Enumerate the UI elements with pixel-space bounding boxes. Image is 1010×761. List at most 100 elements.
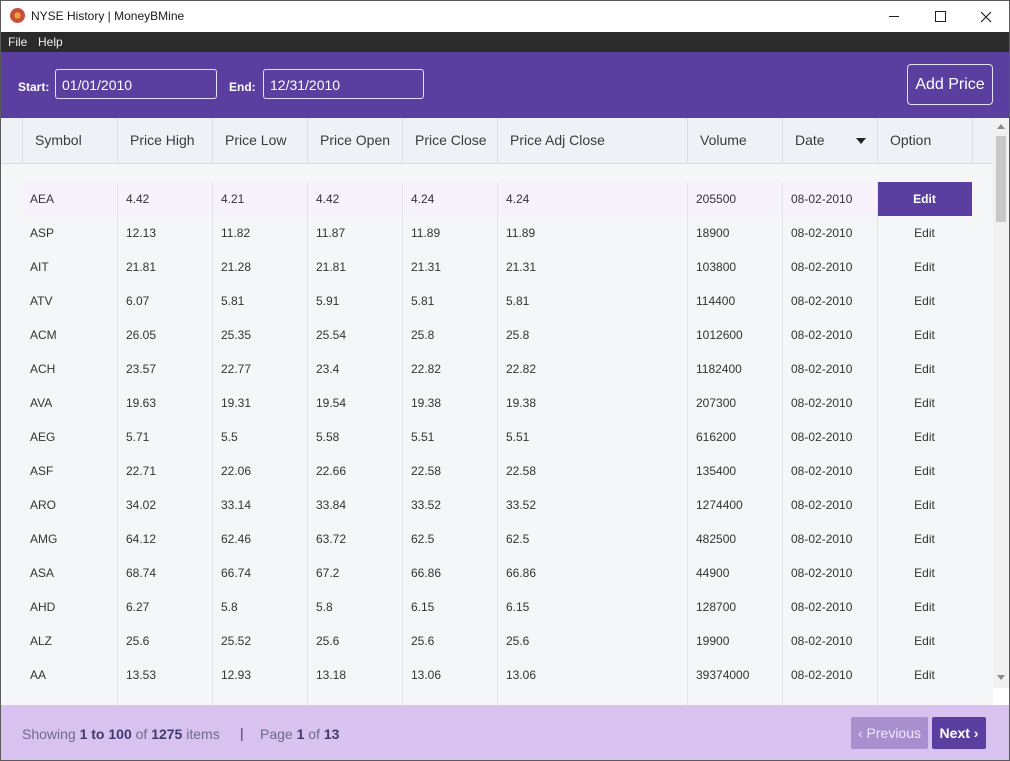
edit-button[interactable]: Edit (877, 318, 972, 352)
cell-symbol: ASA (30, 566, 55, 580)
column-header-date[interactable]: Date (782, 118, 878, 163)
previous-page-button[interactable]: ‹ Previous (851, 717, 928, 749)
cell-volume: 135400 (696, 464, 737, 478)
start-date-input[interactable]: 01/01/2010 (55, 69, 217, 99)
cell-price-low: 33.14 (221, 498, 252, 512)
minimize-button[interactable] (871, 1, 917, 32)
cell-price-high: 68.74 (126, 566, 157, 580)
cell-symbol: ARO (30, 498, 57, 512)
cell-price-high: 64.12 (126, 532, 157, 546)
cell-price-high: 6.07 (126, 294, 150, 308)
cell-volume: 616200 (696, 430, 737, 444)
cell-date: 08-02-2010 (791, 498, 853, 512)
sort-down-icon (856, 138, 866, 144)
edit-button[interactable]: Edit (877, 522, 972, 556)
column-divider (782, 182, 783, 705)
cell-price-close: 22.82 (411, 362, 442, 376)
cell-price-open: 33.84 (316, 498, 347, 512)
column-header-price-high[interactable]: Price High (117, 118, 213, 163)
edit-button[interactable]: Edit (877, 250, 972, 284)
menu-help[interactable]: Help (38, 35, 63, 49)
cell-price-high: 4.42 (126, 192, 150, 206)
close-button[interactable] (963, 1, 1009, 32)
edit-button[interactable]: Edit (877, 182, 972, 216)
maximize-button[interactable] (917, 1, 963, 32)
cell-price-open: 25.54 (316, 328, 347, 342)
showing-range: 1 to 100 (79, 726, 132, 742)
cell-symbol: ATV (30, 294, 53, 308)
cell-date: 08-02-2010 (791, 600, 853, 614)
cell-price-close: 19.38 (411, 396, 442, 410)
end-date-input[interactable]: 12/31/2010 (263, 69, 424, 99)
column-divider (687, 182, 688, 705)
app-logo-icon (10, 8, 25, 23)
column-header-price-low[interactable]: Price Low (212, 118, 308, 163)
column-header-price-open[interactable]: Price Open (307, 118, 403, 163)
window-title: NYSE History | MoneyBMine (31, 9, 185, 23)
title-bar: NYSE History | MoneyBMine (1, 1, 1009, 32)
table-header: Symbol Price High Price Low Price Open P… (1, 118, 993, 164)
edit-button[interactable]: Edit (877, 420, 972, 454)
page-summary: Page 1 of 13 (260, 726, 339, 742)
scrollbar-thumb[interactable] (996, 136, 1006, 222)
cell-symbol: ACM (30, 328, 57, 342)
cell-price-open: 13.18 (316, 668, 347, 682)
edit-button[interactable]: Edit (877, 386, 972, 420)
cell-volume: 482500 (696, 532, 737, 546)
cell-volume: 19900 (696, 634, 730, 648)
cell-date: 08-02-2010 (791, 668, 853, 682)
cell-volume: 44900 (696, 566, 730, 580)
cell-date: 08-02-2010 (791, 328, 853, 342)
column-header-price-adj-close[interactable]: Price Adj Close (497, 118, 688, 163)
app-window: NYSE History | MoneyBMine File Help Star… (0, 0, 1010, 761)
menu-file[interactable]: File (8, 35, 27, 49)
cell-price-adj-close: 4.24 (506, 192, 530, 206)
column-header-symbol[interactable]: Symbol (22, 118, 118, 163)
column-divider (212, 182, 213, 705)
cell-price-high: 12.13 (126, 226, 157, 240)
edit-button[interactable]: Edit (877, 624, 972, 658)
cell-price-high: 5.71 (126, 430, 150, 444)
start-label: Start: (18, 80, 50, 94)
cell-price-high: 6.27 (126, 600, 150, 614)
column-divider (877, 182, 878, 705)
edit-button[interactable]: Edit (877, 658, 972, 692)
cell-price-low: 25.52 (221, 634, 252, 648)
scroll-up-icon[interactable] (997, 124, 1005, 129)
edit-button[interactable]: Edit (877, 284, 972, 318)
edit-button[interactable]: Edit (877, 590, 972, 624)
add-price-button[interactable]: Add Price (907, 64, 993, 105)
vertical-scrollbar[interactable] (993, 118, 1009, 688)
edit-button[interactable]: Edit (877, 556, 972, 590)
cell-price-adj-close: 25.6 (506, 634, 530, 648)
minimize-icon (889, 16, 899, 17)
column-header-price-close[interactable]: Price Close (402, 118, 498, 163)
cell-price-high: 21.81 (126, 260, 157, 274)
close-icon (980, 11, 992, 22)
cell-price-open: 5.91 (316, 294, 340, 308)
next-page-button[interactable]: Next › (932, 717, 986, 749)
cell-symbol: AHD (30, 600, 56, 614)
cell-price-high: 25.6 (126, 634, 150, 648)
cell-price-high: 34.02 (126, 498, 157, 512)
cell-price-close: 4.24 (411, 192, 435, 206)
header-spacer (1, 118, 22, 163)
column-header-option: Option (877, 118, 973, 163)
cell-date: 08-02-2010 (791, 226, 853, 240)
cell-volume: 1012600 (696, 328, 743, 342)
column-header-volume[interactable]: Volume (687, 118, 783, 163)
cell-price-high: 13.53 (126, 668, 157, 682)
cell-price-open: 5.8 (316, 600, 333, 614)
cell-price-close: 13.06 (411, 668, 442, 682)
cell-price-adj-close: 11.89 (506, 226, 536, 240)
cell-price-close: 66.86 (411, 566, 442, 580)
scroll-down-icon[interactable] (997, 675, 1005, 680)
column-divider (402, 182, 403, 705)
cell-price-high: 26.05 (126, 328, 157, 342)
edit-button[interactable]: Edit (877, 216, 972, 250)
maximize-icon (934, 11, 946, 22)
edit-button[interactable]: Edit (877, 352, 972, 386)
edit-button[interactable]: Edit (877, 488, 972, 522)
cell-date: 08-02-2010 (791, 634, 853, 648)
edit-button[interactable]: Edit (877, 454, 972, 488)
